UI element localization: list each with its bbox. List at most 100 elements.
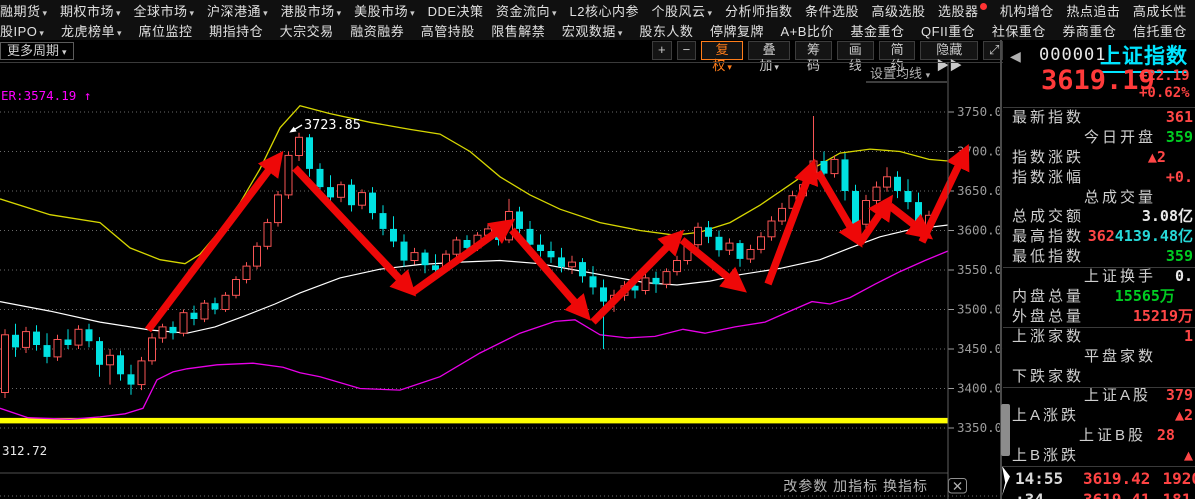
menu-item-12[interactable]: 高级选股 — [871, 1, 925, 20]
quote-row-label: 上B涨跌 — [1012, 446, 1079, 466]
panel-scrollbar[interactable] — [1001, 404, 1010, 456]
menu-item-11[interactable]: 条件选股 — [805, 1, 859, 20]
menu-item-14[interactable]: 机构增仓 — [1000, 1, 1054, 20]
quote-row: 内盘总量15565万 — [1003, 287, 1195, 307]
menu-item-r2-12[interactable]: 基金重仓 — [850, 21, 904, 40]
candle-body — [401, 242, 408, 261]
menu-item-r2-8[interactable]: 宏观数据▾ — [562, 21, 623, 40]
ma-settings-button[interactable]: 设置均线 ▾ — [870, 66, 931, 81]
candle-body — [264, 223, 271, 247]
toolbar-button-6[interactable]: 简约 — [879, 41, 916, 60]
menu-item-label: 券商重仓 — [1062, 24, 1116, 39]
menu-item-r2-16[interactable]: 信托重仓 — [1133, 21, 1187, 40]
candle-body — [674, 261, 681, 272]
quote-row-value: +0. — [1166, 168, 1193, 188]
quote-row-label: 上证B股 — [1079, 426, 1146, 446]
toolbar-button-7[interactable]: 隐藏▶▶ — [920, 41, 978, 60]
menu-item-13[interactable]: 选股器 — [938, 1, 988, 20]
quote-row-value: 379 — [1166, 386, 1193, 406]
menu-item-r2-14[interactable]: 社保重仓 — [992, 21, 1046, 40]
menu-item-r2-4[interactable]: 大宗交易 — [280, 21, 334, 40]
menu-item-r2-1[interactable]: 龙虎榜单▾ — [61, 21, 122, 40]
y-axis-label: 3350.00 — [957, 420, 1003, 435]
quote-row-label: 上涨家数 — [1012, 327, 1084, 347]
menu-item-8[interactable]: L2核心内参 — [570, 1, 639, 20]
y-axis-label: 3600.00 — [957, 223, 1003, 238]
quote-row-label: 最新指数 — [1012, 108, 1084, 128]
quote-row: 外盘总量15219万 — [1003, 307, 1195, 327]
menu-item-label: 席位监控 — [139, 24, 193, 39]
toolbar-button-2[interactable]: 复权▾ — [701, 41, 743, 60]
toolbar-button-5[interactable]: 画线 — [837, 41, 874, 60]
quote-row-value: 28 — [1157, 426, 1175, 446]
indicator-tools[interactable]: 改参数 加指标 换指标 — [783, 478, 928, 494]
quote-row-value: 359 — [1166, 247, 1193, 267]
candle-body — [23, 332, 30, 348]
close-indicator-button[interactable] — [949, 479, 967, 494]
y-axis-label: 3400.00 — [957, 381, 1003, 396]
toolbar-button-0[interactable]: + — [652, 41, 672, 60]
quote-row: 上涨家数1 — [1003, 327, 1195, 347]
candle-body — [548, 251, 555, 257]
menu-item-label: 社保重仓 — [992, 24, 1046, 39]
y-axis-label: 3750.00 — [957, 104, 1003, 119]
quote-row-label: 上A涨跌 — [1012, 406, 1079, 426]
toolbar-button-4[interactable]: 筹码 — [795, 41, 832, 60]
menu-item-4[interactable]: 港股市场▾ — [281, 1, 342, 20]
top-menubar: 融期货▾ 期权市场▾ 全球市场▾ 沪深港通▾ 港股市场▾ 美股市场▾ DDE决策资金流向▾ L… — [0, 0, 1195, 40]
candle-body — [453, 240, 460, 254]
toolbar-button-1[interactable]: − — [677, 41, 697, 60]
menu-item-label: 美股市场 — [354, 4, 408, 19]
menu-item-6[interactable]: DDE决策 — [428, 1, 484, 20]
quote-row-label: 总成交额 — [1012, 207, 1084, 227]
menu-item-5[interactable]: 美股市场▾ — [354, 1, 415, 20]
y-axis-label: 3450.00 — [957, 341, 1003, 356]
menu-item-r2-7[interactable]: 限售解禁 — [491, 21, 545, 40]
menu-item-10[interactable]: 分析师指数 — [725, 1, 793, 20]
kline-chart[interactable]: 3750.003700.003650.003600.003550.003500.… — [0, 62, 1003, 499]
period-dropdown[interactable]: 更多周期▾ — [0, 42, 74, 60]
candle-body — [894, 177, 901, 191]
menu-item-r2-13[interactable]: QFII重仓 — [921, 21, 975, 40]
toolbar-button-3[interactable]: 叠加▾ — [748, 41, 790, 60]
y-axis-label: 3650.00 — [957, 183, 1003, 198]
menu-item-r2-5[interactable]: 融资融券 — [350, 21, 404, 40]
back-arrow-icon[interactable]: ◀ — [1010, 48, 1021, 65]
menu-item-r2-0[interactable]: 股IPO▾ — [0, 21, 44, 40]
menu-item-15[interactable]: 热点追击 — [1066, 1, 1120, 20]
menu-item-16[interactable]: 高成长性 — [1133, 1, 1187, 20]
menu-row-1: 融期货▾ 期权市场▾ 全球市场▾ 沪深港通▾ 港股市场▾ 美股市场▾ DDE决策资金流向▾ L… — [0, 0, 1195, 20]
quote-row-value: 361 — [1166, 108, 1193, 128]
quote-row: 上A涨跌▲2 — [1003, 406, 1195, 426]
menu-item-9[interactable]: 个股风云▾ — [651, 1, 712, 20]
candle-body — [285, 155, 292, 195]
menu-item-3[interactable]: 沪深港通▾ — [207, 1, 268, 20]
menu-item-r2-6[interactable]: 高管持股 — [421, 21, 475, 40]
chevron-down-icon: ▾ — [62, 47, 67, 57]
candle-body — [2, 335, 9, 393]
candle-body — [170, 327, 177, 333]
candle-body — [65, 340, 72, 346]
menu-item-label: DDE决策 — [428, 4, 484, 19]
menu-item-1[interactable]: 期权市场▾ — [60, 1, 121, 20]
candle-body — [233, 280, 240, 296]
tick-row: :343619.41181. — [1003, 489, 1195, 499]
quote-rows: 最新指数361今日开盘359指数涨跌▲2指数涨幅+0.总成交量3.08亿总成交额… — [1003, 108, 1195, 466]
candle-body — [411, 253, 418, 261]
menu-item-r2-3[interactable]: 期指持仓 — [209, 21, 263, 40]
candle-body — [327, 187, 334, 197]
menu-item-r2-2[interactable]: 席位监控 — [139, 21, 193, 40]
candle-body — [348, 185, 355, 206]
menu-item-0[interactable]: 融期货▾ — [0, 1, 48, 20]
menu-item-7[interactable]: 资金流向▾ — [496, 1, 557, 20]
menu-item-r2-11[interactable]: A+B比价 — [781, 21, 834, 40]
candle-body — [380, 213, 387, 229]
menu-item-2[interactable]: 全球市场▾ — [134, 1, 195, 20]
y-axis-label: 3550.00 — [957, 262, 1003, 277]
candle-body — [905, 191, 912, 202]
menu-item-r2-15[interactable]: 券商重仓 — [1062, 21, 1116, 40]
menu-item-r2-10[interactable]: 停牌复牌 — [710, 21, 764, 40]
menu-item-r2-9[interactable]: 股东人数 — [639, 21, 693, 40]
candle-body — [842, 159, 849, 191]
quote-row-label: 今日开盘 — [1084, 128, 1156, 148]
